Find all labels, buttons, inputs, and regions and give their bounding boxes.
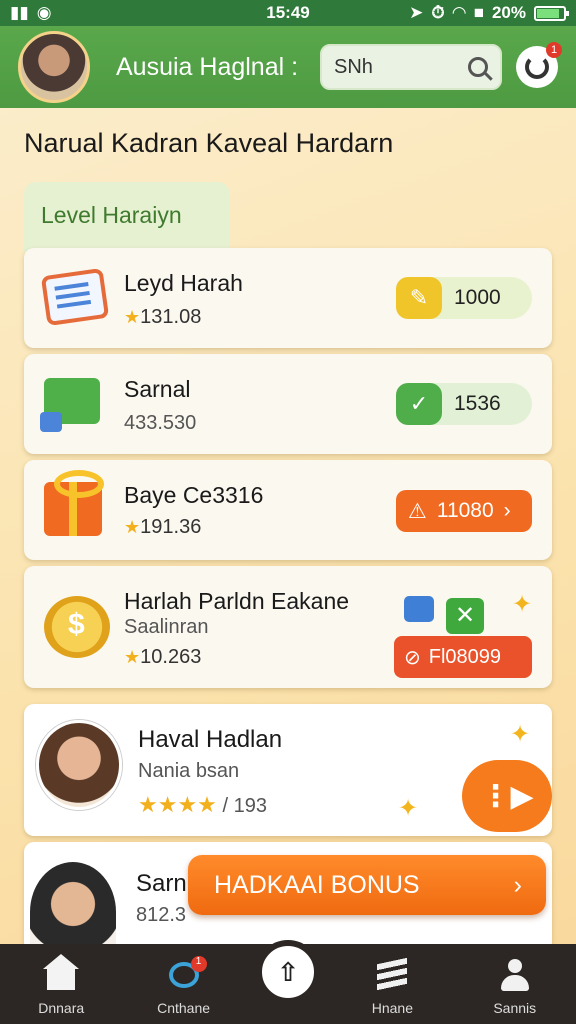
item-subtitle: Saalinran xyxy=(124,616,209,638)
item-rating: ★191.36 xyxy=(124,516,201,539)
user-icon xyxy=(500,959,529,991)
item-points: 11080 xyxy=(436,499,494,522)
nav-item-layers[interactable]: Hnane xyxy=(342,957,442,1016)
center-action-button[interactable]: ⇧ xyxy=(256,940,320,1004)
nav-label: Sannis xyxy=(493,1000,537,1016)
coin-icon xyxy=(44,596,110,658)
document-icon xyxy=(40,267,110,327)
item-rating: ★10.263 xyxy=(124,646,201,669)
item-title: Baye Ce3316 xyxy=(124,482,264,508)
sparkle-icon: ✦ xyxy=(512,591,533,618)
refresh-icon xyxy=(525,55,549,79)
nav-label: Dnnara xyxy=(38,1000,85,1016)
status-bar: ▮▮ ◉ 15:49 ➤ ⏱ ◠ ■ 20% xyxy=(0,0,576,26)
nav-label: Cnthane xyxy=(157,1000,211,1016)
item-subtitle: 433.530 xyxy=(124,412,197,434)
item-points: 1000 xyxy=(454,286,501,309)
chevron-right-icon: › xyxy=(503,499,511,522)
coin-icon: ✎ xyxy=(396,277,442,319)
app-header: Ausuia Haglnal : 1 xyxy=(0,26,576,108)
home-icon xyxy=(43,954,80,990)
item-points-pill[interactable]: ✓ 1536 xyxy=(396,383,532,425)
upload-icon: ⇧ xyxy=(277,956,299,987)
bonus-button[interactable]: HADKAAI BONUS › xyxy=(188,855,546,915)
reviewer-avatar xyxy=(36,720,122,810)
reviewer-name: Haval Hadlan xyxy=(138,726,283,753)
check-icon: ✓ xyxy=(396,383,442,425)
nav-item-home[interactable]: Dnnara xyxy=(11,954,111,1016)
list-item[interactable]: Leyd Harah ★131.08 ✎ 1000 xyxy=(24,248,552,348)
nav-item-profile[interactable]: Sannis xyxy=(465,958,565,1016)
nav-label: Hnane xyxy=(371,1000,413,1016)
bonus-label: HADKAAI BONUS xyxy=(214,870,420,899)
chat-icon: ⋮▶ xyxy=(480,779,534,813)
review-rating: ★★★★ / 193 xyxy=(138,792,267,818)
reviewer-subtitle: 812.3 xyxy=(136,904,187,926)
header-title: Ausuia Haglnal : xyxy=(116,52,299,81)
search-box[interactable] xyxy=(320,44,502,90)
notification-badge: 1 xyxy=(546,42,562,58)
list-item[interactable]: Harlah Parldn Eakane Saalinran ★10.263 ✦… xyxy=(24,566,552,688)
item-title: Harlah Parldn Eakane xyxy=(124,588,350,614)
item-points: 1536 xyxy=(454,392,501,415)
gift-icon xyxy=(44,470,104,536)
sparkle-icon: ✦ xyxy=(510,721,531,748)
chat-bubble-button[interactable]: ⋮▶ xyxy=(462,760,552,832)
list-item[interactable]: Baye Ce3316 ★191.36 ⚠ 11080 › xyxy=(24,460,552,560)
item-rating-value: 10.263 xyxy=(140,646,202,668)
chevron-right-icon: › xyxy=(513,870,522,899)
status-time: 15:49 xyxy=(266,3,310,22)
item-rating-value: 191.36 xyxy=(140,516,202,538)
reviewer-name: Sarn xyxy=(136,870,187,897)
page-title: Narual Kadran Kaveal Hardarn xyxy=(24,128,394,158)
item-points-pill[interactable]: ✎ 1000 xyxy=(396,277,532,319)
star-rating-icon: ★★★★ xyxy=(138,792,217,817)
notification-button[interactable]: 1 xyxy=(516,42,562,88)
layers-icon xyxy=(377,957,408,993)
package-icon xyxy=(40,378,100,432)
item-rating: ★131.08 xyxy=(124,306,201,329)
item-points-button[interactable]: ⊘ Fl08099 xyxy=(394,636,532,678)
close-icon: ✕ xyxy=(446,598,484,634)
no-entry-icon: ⊘ xyxy=(404,646,421,669)
gem-icon xyxy=(404,596,434,622)
nav-item-chat[interactable]: 1 Cnthane xyxy=(134,956,234,1016)
item-title: Leyd Harah xyxy=(124,270,243,296)
profile-avatar[interactable] xyxy=(18,31,90,103)
tab-level[interactable]: Level Haraiyn xyxy=(24,182,230,252)
battery-icon xyxy=(534,5,569,21)
list-item[interactable]: Sarnal 433.530 ✓ 1536 xyxy=(24,354,552,454)
item-rating-value: 131.08 xyxy=(140,306,202,328)
item-points-button[interactable]: ⚠ 11080 › xyxy=(396,490,532,532)
warning-icon: ⚠ xyxy=(408,499,427,523)
search-input[interactable] xyxy=(334,55,454,79)
reviewer-subtitle: Nania bsan xyxy=(138,760,240,782)
item-points: Fl08099 xyxy=(428,645,502,668)
chat-icon: 1 xyxy=(168,956,207,988)
star-icon: ★ xyxy=(124,517,141,537)
item-title: Sarnal xyxy=(124,376,191,402)
star-icon: ★ xyxy=(124,307,141,327)
chat-badge: 1 xyxy=(190,956,207,972)
search-icon[interactable] xyxy=(468,57,488,77)
sparkle-icon: ✦ xyxy=(398,795,419,822)
star-icon: ★ xyxy=(124,647,141,667)
review-rating-text: / 193 xyxy=(222,795,267,817)
